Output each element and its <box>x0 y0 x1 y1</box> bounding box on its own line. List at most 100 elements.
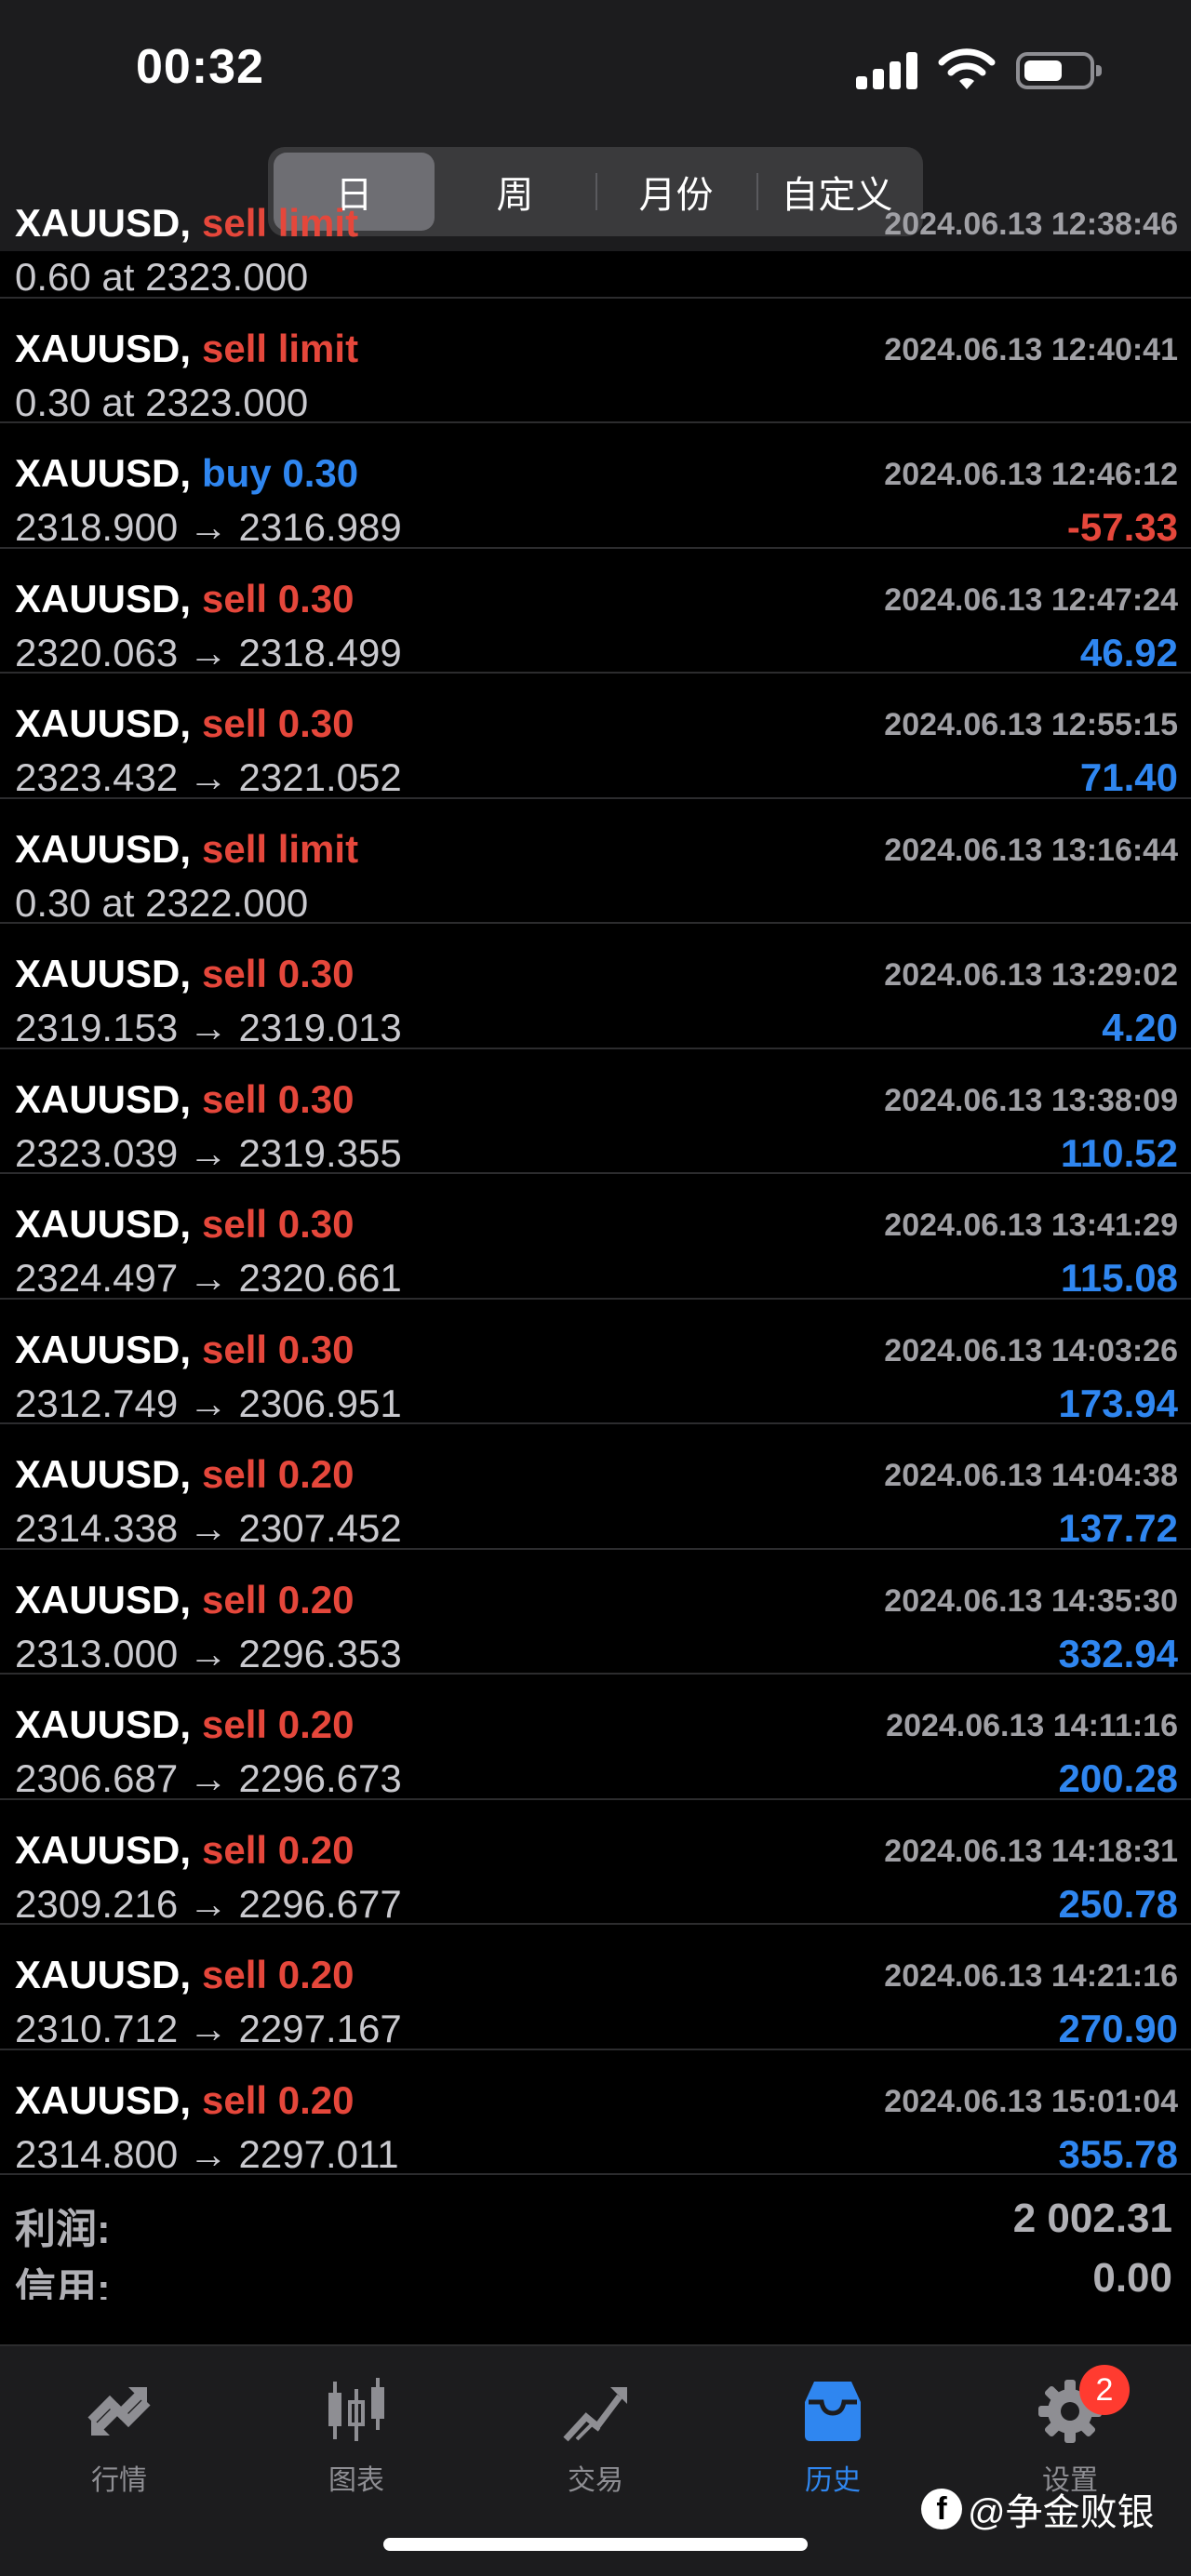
order-profit: 355.78 <box>1058 2131 1178 2176</box>
order-profit: 137.72 <box>1058 1506 1178 1550</box>
order-date: 2024.06.13 14:21:16 <box>884 1958 1178 1994</box>
credit-label: 信用: <box>15 2266 111 2300</box>
order-detail: 2312.749 → 2306.951 <box>15 1381 402 1425</box>
order-row[interactable]: XAUUSD, sell 0.20 2024.06.13 14:18:31 2309.… <box>0 1800 1191 1926</box>
order-row[interactable]: XAUUSD, sell 0.20 2024.06.13 15:01:04 2314.… <box>0 2050 1191 2176</box>
order-symbol: XAUUSD, <box>15 1577 192 1622</box>
order-symbol: XAUUSD, <box>15 451 192 495</box>
order-type: sell 0.20 <box>202 1953 355 1996</box>
cellular-signal-icon <box>856 52 917 89</box>
order-type: sell 0.20 <box>202 1577 355 1622</box>
order-symbol: XAUUSD, <box>15 1702 192 1746</box>
tab-charts[interactable]: 图表 <box>263 2365 449 2504</box>
settings-badge: 2 <box>1079 2365 1130 2415</box>
watermark: f @争金败银 <box>921 2482 1155 2536</box>
order-symbol: XAUUSD, <box>15 1827 192 1872</box>
status-bar: 00:32 <box>0 0 1191 140</box>
profit-label: 利润: <box>15 2207 111 2252</box>
order-symbol: XAUUSD, <box>15 2077 192 2122</box>
order-row[interactable]: XAUUSD, sell 0.30 2024.06.13 13:38:09 2323.… <box>0 1049 1191 1175</box>
order-profit: 250.78 <box>1058 1881 1178 1926</box>
order-date: 2024.06.13 14:04:38 <box>884 1458 1178 1493</box>
trade-icon <box>563 2387 627 2442</box>
order-type: buy 0.30 <box>202 451 359 495</box>
order-detail: 2324.497 → 2320.661 <box>15 1256 402 1300</box>
order-date: 2024.06.13 14:35:30 <box>884 1582 1178 1619</box>
credit-value: 0.00 <box>1092 2255 1172 2300</box>
order-detail: 2313.000 → 2296.353 <box>15 1631 402 1675</box>
order-row[interactable]: XAUUSD, sell 0.30 2024.06.13 12:55:15 2323.… <box>0 674 1191 799</box>
order-detail: 2314.338 → 2307.452 <box>15 1506 402 1550</box>
order-type: sell limit <box>202 207 359 245</box>
order-date: 2024.06.13 15:01:04 <box>884 2083 1178 2119</box>
order-row[interactable]: XAUUSD, sell 0.20 2024.06.13 14:35:30 2313.… <box>0 1550 1191 1675</box>
order-type: sell 0.30 <box>202 1202 355 1246</box>
order-detail: 0.30 at 2323.000 <box>15 380 309 424</box>
order-date: 2024.06.13 14:18:31 <box>884 1833 1178 1869</box>
order-row[interactable]: XAUUSD, sell 0.20 2024.06.13 14:21:16 2310.… <box>0 1925 1191 2050</box>
status-time: 00:32 <box>136 40 264 94</box>
order-type: sell limit <box>202 326 359 370</box>
order-type: sell 0.30 <box>202 1327 355 1371</box>
order-row[interactable]: XAUUSD, sell 0.20 2024.06.13 14:11:16 2306.… <box>0 1675 1191 1800</box>
history-list[interactable]: XAUUSD, sell limit 2024.06.13 12:38:46 0.60… <box>0 207 1191 2300</box>
order-profit: 200.28 <box>1058 1756 1178 1800</box>
order-symbol: XAUUSD, <box>15 826 192 871</box>
order-symbol: XAUUSD, <box>15 1202 192 1246</box>
order-row[interactable]: XAUUSD, sell limit 2024.06.13 13:16:44 0.30… <box>0 799 1191 925</box>
tab-quotes-label: 行情 <box>91 2465 147 2496</box>
order-symbol: XAUUSD, <box>15 1953 192 1996</box>
order-detail: 2306.687 → 2296.673 <box>15 1756 402 1800</box>
order-symbol: XAUUSD, <box>15 1452 192 1496</box>
tab-quotes[interactable]: 行情 <box>26 2365 212 2504</box>
order-row[interactable]: XAUUSD, sell limit 2024.06.13 12:38:46 0.60… <box>0 207 1191 299</box>
tab-trade-label: 交易 <box>568 2465 623 2496</box>
order-symbol: XAUUSD, <box>15 952 192 995</box>
tab-history[interactable]: 历史 <box>740 2365 926 2504</box>
order-row[interactable]: XAUUSD, sell 0.30 2024.06.13 13:41:29 2324.… <box>0 1174 1191 1300</box>
order-date: 2024.06.13 13:16:44 <box>884 832 1178 868</box>
watermark-text: @争金败银 <box>968 2492 1155 2533</box>
tab-trade[interactable]: 交易 <box>502 2365 689 2504</box>
order-detail: 2318.900 → 2316.989 <box>15 505 402 549</box>
order-date: 2024.06.13 12:46:12 <box>884 457 1178 492</box>
order-row[interactable]: XAUUSD, sell 0.30 2024.06.13 14:03:26 2312.… <box>0 1300 1191 1425</box>
order-row[interactable]: XAUUSD, sell 0.30 2024.06.13 13:29:02 2319.… <box>0 924 1191 1049</box>
wifi-icon <box>938 48 996 89</box>
order-detail: 2309.216 → 2296.677 <box>15 1881 402 1926</box>
order-date: 2024.06.13 13:41:29 <box>884 1208 1178 1243</box>
order-type: sell 0.20 <box>202 2077 355 2122</box>
order-type: sell 0.30 <box>202 1076 355 1121</box>
order-detail: 2314.800 → 2297.011 <box>15 2131 399 2176</box>
order-date: 2024.06.13 13:38:09 <box>884 1082 1178 1118</box>
quotes-icon <box>87 2387 151 2436</box>
chart-icon <box>328 2378 384 2441</box>
order-symbol: XAUUSD, <box>15 701 192 745</box>
order-date: 2024.06.13 14:11:16 <box>886 1708 1178 1743</box>
order-detail: 2323.432 → 2321.052 <box>15 755 402 799</box>
order-detail: 2320.063 → 2318.499 <box>15 630 402 674</box>
order-type: sell 0.20 <box>202 1452 355 1496</box>
order-profit: 115.08 <box>1060 1256 1178 1300</box>
order-date: 2024.06.13 13:29:02 <box>884 957 1178 993</box>
home-indicator[interactable] <box>383 2538 808 2551</box>
order-symbol: XAUUSD, <box>15 576 192 621</box>
order-profit: 110.52 <box>1060 1130 1178 1175</box>
order-row[interactable]: XAUUSD, sell 0.30 2024.06.13 12:47:24 2320.… <box>0 549 1191 674</box>
order-type: sell 0.20 <box>202 1827 355 1872</box>
order-type: sell 0.30 <box>202 701 355 745</box>
order-symbol: XAUUSD, <box>15 207 192 245</box>
order-detail: 2323.039 → 2319.355 <box>15 1130 402 1175</box>
order-date: 2024.06.13 12:47:24 <box>884 581 1178 618</box>
order-profit: 173.94 <box>1058 1381 1178 1425</box>
order-row[interactable]: XAUUSD, sell 0.20 2024.06.13 14:04:38 2314.… <box>0 1424 1191 1550</box>
order-detail: 2319.153 → 2319.013 <box>15 1006 402 1049</box>
order-row[interactable]: XAUUSD, buy 0.30 2024.06.13 12:46:12 2318.9… <box>0 423 1191 549</box>
order-type: sell 0.20 <box>202 1702 355 1746</box>
tab-history-label: 历史 <box>805 2465 861 2496</box>
order-type: sell limit <box>202 826 359 871</box>
order-type: sell 0.30 <box>202 576 355 621</box>
order-row[interactable]: XAUUSD, sell limit 2024.06.13 12:40:41 0.30… <box>0 299 1191 424</box>
battery-icon <box>1016 52 1102 89</box>
order-type: sell 0.30 <box>202 952 355 995</box>
